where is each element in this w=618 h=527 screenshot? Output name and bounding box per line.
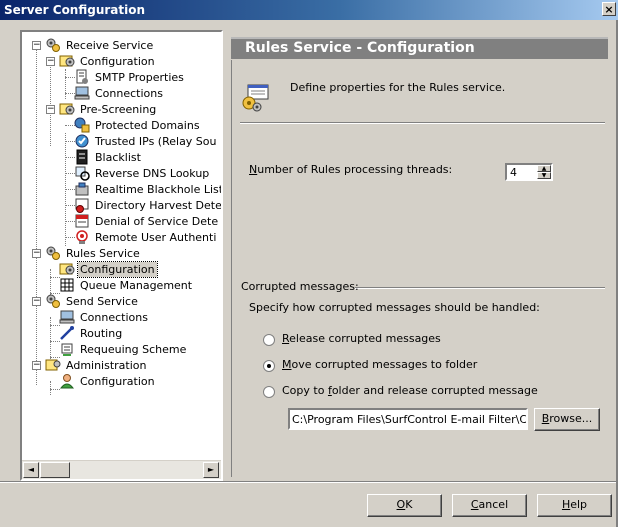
tree-item-pre-screening[interactable]: Pre-Screening — [59, 101, 158, 117]
protected-domains-icon — [74, 117, 90, 133]
help-button[interactable]: Help — [537, 494, 612, 517]
tree-items-container: − Receive Service − Configuration SMTP P… — [22, 32, 221, 461]
remote-user-icon — [76, 230, 88, 244]
directory-harvest-icon — [75, 198, 89, 213]
tree-item-admin-configuration[interactable]: Configuration — [59, 373, 157, 389]
ok-button[interactable]: OK — [367, 494, 442, 517]
denial-of-service-icon — [75, 214, 89, 228]
smtp-properties-icon — [76, 69, 88, 84]
tree-item-receive-connections[interactable]: Connections — [74, 85, 165, 101]
title-bar: Server Configuration × — [0, 0, 618, 20]
spin-down-button[interactable]: ▼ — [537, 172, 551, 179]
tree-item-receive-service[interactable]: Receive Service — [45, 37, 155, 53]
threads-spinner[interactable]: 4 ▲ ▼ — [505, 163, 553, 181]
routing-icon — [60, 326, 74, 340]
service-gear-icon — [46, 246, 60, 260]
administration-icon — [45, 359, 61, 371]
corrupted-group-label: Corrupted messages: — [241, 280, 359, 293]
tree-item-trusted-ips[interactable]: Trusted IPs (Relay Sou — [74, 133, 219, 149]
separator — [240, 122, 605, 124]
release-radio[interactable] — [263, 334, 275, 346]
tree-item-queue-management[interactable]: Queue Management — [59, 277, 194, 293]
tree-item-reverse-dns[interactable]: Reverse DNS Lookup — [74, 165, 211, 181]
tree-item-administration[interactable]: Administration — [45, 357, 149, 373]
user-config-icon — [59, 374, 75, 389]
tree-item-send-service[interactable]: Send Service — [45, 293, 140, 309]
browse-button[interactable]: Browse... — [534, 408, 600, 431]
tree-item-smtp-properties[interactable]: SMTP Properties — [74, 69, 186, 85]
trusted-ips-icon — [75, 134, 89, 148]
spin-up-button[interactable]: ▲ — [537, 165, 551, 172]
move-option-label[interactable]: Move corrupted messages to folder — [282, 358, 477, 371]
config-gear-icon — [59, 103, 75, 115]
tree-horizontal-scrollbar[interactable]: ◄ ► — [22, 460, 221, 479]
computer-icon — [59, 310, 75, 324]
expander-pre-screening[interactable]: − — [46, 105, 55, 114]
blacklist-icon — [76, 149, 88, 165]
reverse-dns-icon — [75, 166, 90, 181]
tree-item-rules-configuration[interactable]: Configuration — [59, 260, 158, 278]
rules-config-icon — [242, 84, 269, 112]
scroll-right-button[interactable]: ► — [203, 462, 219, 478]
scroll-thumb[interactable] — [40, 462, 70, 478]
computer-icon — [74, 86, 90, 100]
tree-item-requeuing-scheme[interactable]: Requeuing Scheme — [59, 341, 188, 357]
panel-description: Define properties for the Rules service. — [290, 81, 506, 94]
queue-grid-icon — [60, 278, 74, 292]
close-button[interactable]: × — [602, 2, 616, 16]
copy-option-label[interactable]: Copy to folder and release corrupted mes… — [282, 384, 538, 397]
requeuing-icon — [61, 343, 73, 356]
tree-item-rules-service[interactable]: Rules Service — [45, 245, 142, 261]
expander-rules-service[interactable]: − — [32, 249, 41, 258]
threads-label: Number of Rules processing threads: — [249, 163, 453, 176]
radio-selected-dot — [267, 364, 271, 368]
tree-item-denial-of-service[interactable]: Denial of Service Dete — [74, 213, 220, 229]
tree-item-remote-user-auth[interactable]: Remote User Authenti — [74, 229, 218, 245]
service-gear-icon — [46, 294, 60, 308]
window-title: Server Configuration — [4, 3, 146, 17]
navigation-tree[interactable]: − Receive Service − Configuration SMTP P… — [20, 30, 223, 481]
corrupted-instruction: Specify how corrupted messages should be… — [249, 301, 540, 314]
blackhole-list-icon — [75, 182, 89, 196]
footer-separator — [0, 481, 618, 483]
panel-title: Rules Service - Configuration — [245, 40, 475, 56]
threads-value[interactable]: 4 — [510, 166, 517, 179]
expander-administration[interactable]: − — [32, 361, 41, 370]
expander-receive-service[interactable]: − — [32, 41, 41, 50]
release-option-label[interactable]: Release corrupted messages — [282, 332, 441, 345]
tree-item-receive-configuration[interactable]: Configuration — [59, 53, 157, 69]
cancel-button[interactable]: Cancel — [452, 494, 527, 517]
service-gear-icon — [46, 38, 60, 52]
folder-path-field[interactable]: C:\Program Files\SurfControl E-mail Filt… — [288, 408, 528, 430]
config-gear-icon — [59, 55, 75, 67]
move-to-folder-radio[interactable] — [263, 360, 275, 372]
copy-release-radio[interactable] — [263, 386, 275, 398]
tree-item-realtime-blackhole-list[interactable]: Realtime Blackhole List — [74, 181, 221, 197]
scroll-left-button[interactable]: ◄ — [23, 462, 39, 478]
group-separator — [355, 287, 605, 289]
tree-item-directory-harvest[interactable]: Directory Harvest Dete — [74, 197, 221, 213]
expander-receive-configuration[interactable]: − — [46, 57, 55, 66]
expander-send-service[interactable]: − — [32, 297, 41, 306]
config-gear-icon — [59, 263, 75, 275]
tree-item-send-connections[interactable]: Connections — [59, 309, 150, 325]
tree-item-protected-domains[interactable]: Protected Domains — [74, 117, 202, 133]
tree-item-blacklist[interactable]: Blacklist — [74, 149, 143, 165]
tree-item-routing[interactable]: Routing — [59, 325, 124, 341]
